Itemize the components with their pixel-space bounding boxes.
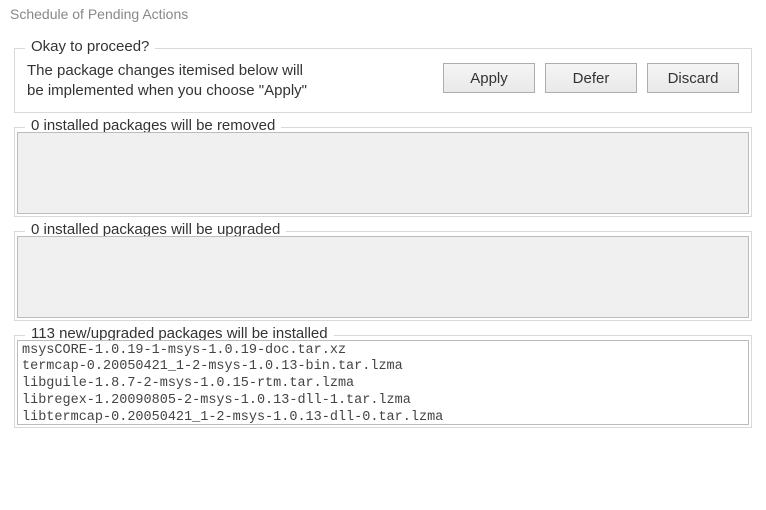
install-list[interactable]: msysCORE-1.0.19-1-msys-1.0.19-doc.tar.xz… (17, 340, 749, 425)
proceed-line1: The package changes itemised below will (27, 62, 303, 79)
apply-button[interactable]: Apply (443, 63, 535, 93)
proceed-groupbox: Okay to proceed? The package changes ite… (14, 48, 752, 113)
action-button-row: Apply Defer Discard (443, 63, 739, 93)
defer-button[interactable]: Defer (545, 63, 637, 93)
window-title: Schedule of Pending Actions (0, 0, 766, 28)
dialog-content: Okay to proceed? The package changes ite… (0, 28, 766, 442)
remove-list[interactable] (17, 132, 749, 214)
proceed-legend: Okay to proceed? (25, 38, 155, 55)
install-groupbox: 113 new/upgraded packages will be instal… (14, 335, 752, 428)
upgrade-groupbox: 0 installed packages will be upgraded (14, 231, 752, 321)
proceed-description: The package changes itemised below will … (27, 61, 307, 102)
upgrade-list[interactable] (17, 236, 749, 318)
proceed-line2: be implemented when you choose "Apply" (27, 82, 307, 99)
discard-button[interactable]: Discard (647, 63, 739, 93)
remove-groupbox: 0 installed packages will be removed (14, 127, 752, 217)
